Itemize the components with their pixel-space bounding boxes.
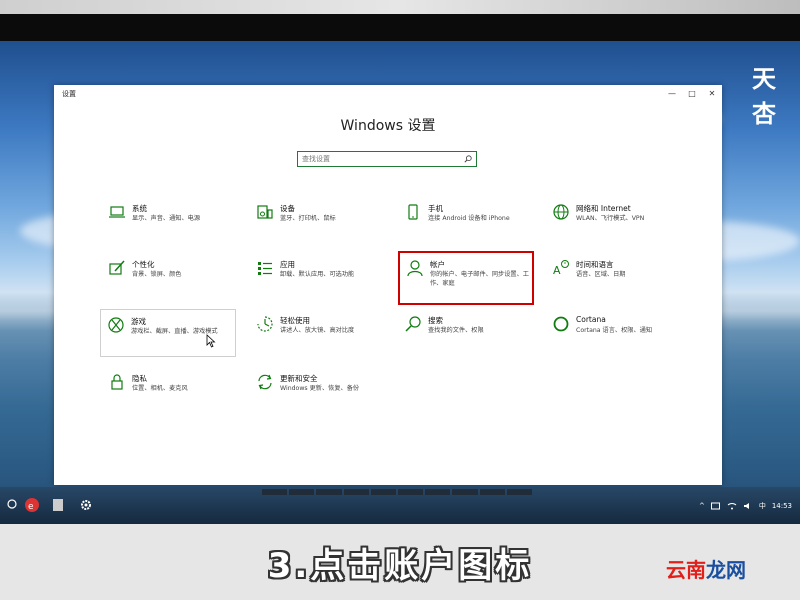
tile-gaming[interactable]: 游戏 游戏栏、截屏、直播、游戏模式 xyxy=(100,309,236,357)
minimize-button[interactable]: — xyxy=(664,87,680,101)
battery-icon[interactable] xyxy=(710,502,721,510)
tile-description: 卸载、默认应用、可选功能 xyxy=(280,271,355,278)
chevron-up-icon[interactable]: ^ xyxy=(699,502,705,510)
tile-label: 隐私 xyxy=(132,374,147,383)
apps-list-icon xyxy=(256,259,274,277)
tile-update-security[interactable]: 更新和安全 Windows 更新、恢复、备份 xyxy=(250,367,386,415)
tile-description: 查找我的文件、权限 xyxy=(428,327,484,334)
tile-description: 背景、锁屏、颜色 xyxy=(132,271,182,278)
tile-description: WLAN、飞行模式、VPN xyxy=(576,215,645,222)
tile-cortana[interactable]: Cortana Cortana 语言、权限、通知 xyxy=(546,309,682,357)
tile-label: 搜索 xyxy=(428,316,443,325)
tile-ease-of-access[interactable]: 轻松使用 讲述人、放大镜、高对比度 xyxy=(250,309,386,357)
tile-label: 手机 xyxy=(428,204,443,213)
update-icon xyxy=(256,373,274,391)
page-title: Windows 设置 xyxy=(340,118,436,134)
netease-music-icon[interactable]: e xyxy=(24,497,40,513)
tile-label: Cortana xyxy=(576,315,606,324)
person-icon xyxy=(406,259,424,277)
cortana-icon xyxy=(552,315,570,333)
desktop: 天杏 设置 — □ ✕ Windows 设置 系统 显示、声音、通知、电源 设 xyxy=(0,41,800,524)
tile-description: 讲述人、放大镜、高对比度 xyxy=(280,327,355,334)
ease-of-access-icon xyxy=(256,315,274,333)
tile-label: 时间和语言 xyxy=(576,260,614,269)
search-box[interactable] xyxy=(297,151,477,167)
search-icon xyxy=(404,315,422,333)
tile-accounts[interactable]: 帐户 你的帐户、电子邮件、同步设置、工作、家庭 xyxy=(398,251,534,305)
brand-text-part2: 龙网 xyxy=(706,558,746,582)
tile-privacy[interactable]: 隐私 位置、相机、麦克风 xyxy=(102,367,238,415)
lock-icon xyxy=(108,373,126,391)
tile-system[interactable]: 系统 显示、声音、通知、电源 xyxy=(102,197,238,245)
title-bar[interactable]: 设置 — □ ✕ xyxy=(54,85,722,103)
taskbar: e ^ 中 14:53 xyxy=(0,487,800,524)
corner-logo: 天杏 xyxy=(752,65,777,128)
dock-strip xyxy=(262,489,533,495)
tile-description: 蓝牙、打印机、鼠标 xyxy=(280,215,336,222)
tile-label: 网络和 Internet xyxy=(576,204,631,213)
tile-time-language[interactable]: A 时间和语言 语音、区域、日期 xyxy=(546,253,682,301)
tile-devices[interactable]: 设备 蓝牙、打印机、鼠标 xyxy=(250,197,386,245)
tile-description: 显示、声音、通知、电源 xyxy=(132,215,201,222)
tile-label: 个性化 xyxy=(132,260,155,269)
tile-phone[interactable]: 手机 连接 Android 设备和 iPhone xyxy=(398,197,534,245)
tile-label: 帐户 xyxy=(430,260,445,269)
search-icon[interactable] xyxy=(464,155,472,163)
tile-network[interactable]: 网络和 Internet WLAN、飞行模式、VPN xyxy=(546,197,682,245)
tile-description: Cortana 语言、权限、通知 xyxy=(576,327,653,334)
tile-description: 语音、区域、日期 xyxy=(576,271,626,278)
tile-description: 你的帐户、电子邮件、同步设置、工作、家庭 xyxy=(430,271,529,287)
search-input[interactable] xyxy=(302,152,452,166)
brand-text-part1: 云南 xyxy=(666,558,706,582)
mouse-cursor-icon xyxy=(206,334,216,348)
monitor-frame: 天杏 设置 — □ ✕ Windows 设置 系统 显示、声音、通知、电源 设 xyxy=(0,14,800,524)
ime-indicator[interactable]: 中 xyxy=(759,501,766,511)
globe-icon xyxy=(552,203,570,221)
tile-search[interactable]: 搜索 查找我的文件、权限 xyxy=(398,309,534,357)
tile-label: 应用 xyxy=(280,260,295,269)
tile-label: 设备 xyxy=(280,204,295,213)
svg-text:e: e xyxy=(28,502,34,512)
time-language-icon: A xyxy=(552,259,570,277)
settings-window[interactable]: 设置 — □ ✕ Windows 设置 系统 显示、声音、通知、电源 设备 蓝牙… xyxy=(54,85,722,485)
top-band xyxy=(0,0,800,14)
tile-personalization[interactable]: 个性化 背景、锁屏、颜色 xyxy=(102,253,238,301)
gear-icon[interactable] xyxy=(78,497,94,513)
tile-label: 系统 xyxy=(132,204,147,213)
phone-icon xyxy=(404,203,422,221)
speaker-icon[interactable] xyxy=(743,502,753,510)
tile-label: 更新和安全 xyxy=(280,374,318,383)
maximize-button[interactable]: □ xyxy=(684,87,700,101)
close-button[interactable]: ✕ xyxy=(704,87,720,101)
clock[interactable]: 14:53 xyxy=(772,502,792,510)
file-icon[interactable] xyxy=(50,497,66,513)
devices-icon xyxy=(256,203,274,221)
tile-description: Windows 更新、恢复、备份 xyxy=(280,385,360,392)
caption-bar: 3.点击账户图标 云南龙网 xyxy=(0,524,800,600)
search-icon[interactable] xyxy=(4,497,20,513)
svg-text:A: A xyxy=(553,264,561,277)
tile-label: 游戏 xyxy=(131,317,146,326)
system-tray: ^ 中 14:53 xyxy=(699,487,792,524)
tile-label: 轻松使用 xyxy=(280,316,310,325)
tile-description: 位置、相机、麦克风 xyxy=(132,385,188,392)
brand-logo: 云南龙网 xyxy=(666,554,746,583)
tile-description: 游戏栏、截屏、直播、游戏模式 xyxy=(131,328,218,335)
laptop-icon xyxy=(108,203,126,221)
xbox-icon xyxy=(107,316,125,334)
personalize-icon xyxy=(108,259,126,277)
wifi-icon[interactable] xyxy=(727,502,737,510)
window-title: 设置 xyxy=(62,90,76,98)
tile-description: 连接 Android 设备和 iPhone xyxy=(428,215,510,222)
tile-apps[interactable]: 应用 卸载、默认应用、可选功能 xyxy=(250,253,386,301)
